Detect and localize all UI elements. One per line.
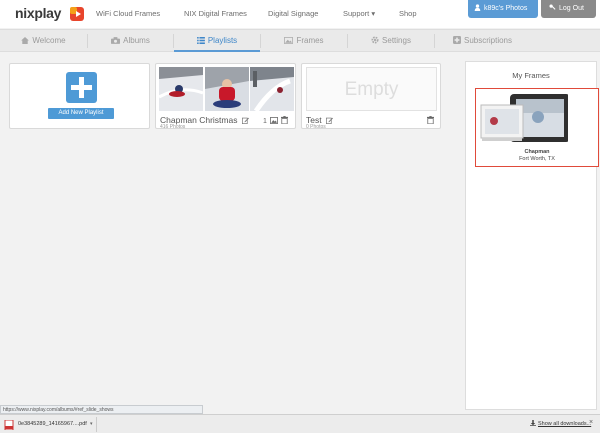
tab-welcome-label: Welcome <box>32 36 66 45</box>
empty-playlist-placeholder: Empty <box>306 67 437 111</box>
playlist-card-chapman-christmas[interactable]: Chapman Christmas 416 Photos 1 <box>155 63 296 130</box>
tab-welcome[interactable]: Welcome <box>0 30 87 52</box>
tab-albums-label: Albums <box>123 36 150 45</box>
edit-icon[interactable] <box>325 117 333 124</box>
playlist-thumbnail <box>159 67 203 111</box>
frame-location: Fort Worth, TX <box>519 156 555 162</box>
playlist-thumbnail <box>250 67 294 111</box>
edit-icon[interactable] <box>241 117 249 124</box>
playlist-thumbnail <box>205 67 249 111</box>
trash-icon[interactable] <box>280 116 288 125</box>
digital-frame-image <box>480 94 568 142</box>
nixplay-logo-icon <box>70 7 84 21</box>
download-arrow-icon <box>530 420 536 426</box>
key-icon <box>549 4 556 10</box>
picture-icon <box>284 37 294 44</box>
downloads-bar: 0e3845289_14165967....pdf ▾ Show all dow… <box>0 414 600 433</box>
pdf-file-icon <box>4 420 14 430</box>
home-icon <box>21 37 30 44</box>
section-tabs: Welcome Albums Playlists Frames Settings… <box>0 29 600 52</box>
playlist-actions: 1 <box>263 116 288 125</box>
user-icon <box>474 4 481 11</box>
frame-name: Chapman <box>524 149 550 155</box>
assigned-frames-count: 1 <box>263 118 267 125</box>
playlist-card-test[interactable]: Empty Test 0 Photos <box>301 63 441 130</box>
tab-settings-label: Settings <box>382 36 411 45</box>
download-file-name: 0e3845289_14165967....pdf <box>18 421 87 427</box>
logout-button[interactable]: Log Out <box>541 0 596 18</box>
close-icon[interactable]: × <box>589 419 593 426</box>
tab-subscriptions-label: Subscriptions <box>463 36 513 45</box>
tab-frames[interactable]: Frames <box>261 30 347 52</box>
top-navigation: nixplay WiFi Cloud Frames NIX Digital Fr… <box>0 0 600 28</box>
tab-playlists-label: Playlists <box>207 36 238 45</box>
my-frames-title: My Frames <box>512 71 550 80</box>
playlist-photo-count: 416 Photos <box>160 124 186 130</box>
nav-digital-signage[interactable]: Digital Signage <box>268 9 318 18</box>
add-playlist-card[interactable]: Add New Playlist <box>9 63 150 129</box>
playlist-photo-count: 0 Photos <box>306 124 326 130</box>
list-icon <box>196 37 205 44</box>
my-frames-panel: My Frames Chapman Fort Worth, TX <box>465 61 599 410</box>
tab-settings[interactable]: Settings <box>348 30 434 52</box>
chevron-down-icon[interactable]: ▾ <box>90 417 93 432</box>
user-account-label: k89c's Photos <box>484 5 528 12</box>
nav-support[interactable]: Support ▾ <box>343 9 375 18</box>
show-all-downloads-link[interactable]: Show all downloads... <box>530 420 591 427</box>
playlist-actions <box>426 116 434 125</box>
logout-label: Log Out <box>559 5 584 12</box>
trash-icon[interactable] <box>427 116 434 125</box>
show-all-downloads-label: Show all downloads... <box>538 421 592 427</box>
gear-icon <box>371 36 379 44</box>
add-playlist-plus-icon[interactable] <box>66 72 97 103</box>
tab-albums[interactable]: Albums <box>88 30 173 52</box>
tab-frames-label: Frames <box>296 36 324 45</box>
tab-subscriptions[interactable]: Subscriptions <box>435 30 530 52</box>
nav-nix-digital-frames[interactable]: NIX Digital Frames <box>184 9 247 18</box>
frame-picture-icon[interactable] <box>269 117 278 124</box>
nav-shop[interactable]: Shop <box>399 9 417 18</box>
frame-card-chapman[interactable]: Chapman Fort Worth, TX <box>475 88 599 167</box>
status-url: https://www.nixplay.com/albums/#ref_slid… <box>0 405 203 414</box>
add-new-playlist-button[interactable]: Add New Playlist <box>48 108 114 119</box>
plus-square-icon <box>452 36 461 44</box>
download-item[interactable]: 0e3845289_14165967....pdf ▾ <box>2 417 97 432</box>
user-account-button[interactable]: k89c's Photos <box>468 0 538 18</box>
nixplay-logo[interactable]: nixplay <box>15 5 61 21</box>
camera-icon <box>111 37 121 44</box>
nav-wifi-cloud-frames[interactable]: WiFi Cloud Frames <box>96 9 160 18</box>
tab-playlists[interactable]: Playlists <box>174 30 260 52</box>
